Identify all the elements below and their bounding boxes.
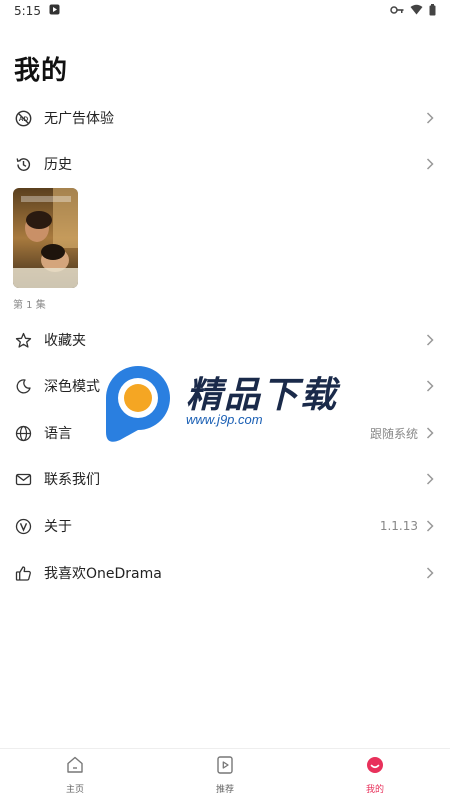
chevron-right-icon <box>424 473 436 485</box>
history-episode-label: 第 1 集 <box>13 300 46 311</box>
menu-item-history[interactable]: 历史 <box>0 141 450 187</box>
menu-item-label: 无广告体验 <box>44 111 114 127</box>
play-icon <box>215 755 235 779</box>
chevron-right-icon <box>424 380 436 392</box>
vpn-key-icon <box>390 4 404 18</box>
menu-item-like-app[interactable]: 我喜欢OneDrama <box>0 550 450 596</box>
menu-item-no-ads[interactable]: AD 无广告体验 <box>0 95 450 141</box>
history-thumbnail[interactable] <box>13 188 78 288</box>
chevron-right-icon <box>424 427 436 439</box>
menu-item-label: 联系我们 <box>44 472 100 488</box>
tab-label: 主页 <box>65 784 84 795</box>
moon-icon <box>14 377 32 395</box>
no-ads-icon: AD <box>14 109 32 127</box>
menu-item-about[interactable]: 关于 1.1.13 <box>0 503 450 549</box>
star-icon <box>14 331 32 349</box>
tab-label: 我的 <box>365 784 384 795</box>
menu-item-label: 历史 <box>44 157 72 173</box>
home-icon <box>65 755 85 779</box>
battery-icon <box>429 3 436 19</box>
chevron-right-icon <box>424 520 436 532</box>
thumbs-up-icon <box>14 564 32 582</box>
mail-icon <box>14 470 32 488</box>
status-bar: 5:15 <box>0 0 450 22</box>
chevron-right-icon <box>424 334 436 346</box>
menu-item-label: 我喜欢OneDrama <box>44 566 162 582</box>
page-title: 我的 <box>14 56 69 86</box>
tab-home[interactable]: 主页 <box>0 749 150 800</box>
menu-item-label: 收藏夹 <box>44 333 86 349</box>
profile-icon <box>365 755 385 779</box>
tab-label: 推荐 <box>215 784 234 795</box>
version-value: 1.1.13 <box>379 519 418 533</box>
language-value: 跟随系统 <box>369 426 418 441</box>
bottom-tab-bar: 主页 推荐 我的 <box>0 748 450 800</box>
menu-item-favorites[interactable]: 收藏夹 <box>0 317 450 363</box>
app-notification-icon <box>49 4 60 18</box>
chevron-right-icon <box>424 158 436 170</box>
watermark: 精品下载 www.j9p.com <box>100 358 360 448</box>
menu-item-label: 关于 <box>44 519 72 535</box>
tab-recommend[interactable]: 推荐 <box>150 749 300 800</box>
chevron-right-icon <box>424 112 436 124</box>
watermark-brand: 精品下载 <box>186 375 339 416</box>
status-time: 5:15 <box>14 4 41 18</box>
chevron-right-icon <box>424 567 436 579</box>
wifi-icon <box>410 4 423 18</box>
about-icon <box>14 517 32 535</box>
menu-item-contact[interactable]: 联系我们 <box>0 456 450 502</box>
globe-icon <box>14 424 32 442</box>
watermark-url: www.j9p.com <box>186 412 263 427</box>
history-icon <box>14 155 32 173</box>
tab-profile[interactable]: 我的 <box>300 749 450 800</box>
